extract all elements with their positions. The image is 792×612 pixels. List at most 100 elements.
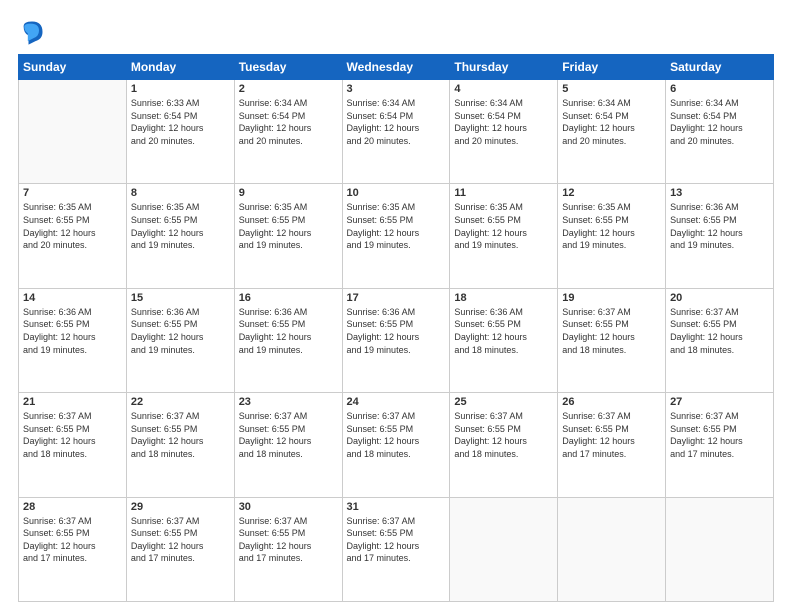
day-number-10: 10 — [347, 187, 446, 199]
day-number-25: 25 — [454, 396, 553, 408]
day-info-16: Sunrise: 6:36 AM Sunset: 6:55 PM Dayligh… — [239, 306, 338, 356]
weekday-header-wednesday: Wednesday — [342, 55, 450, 80]
calendar-cell-14: 14Sunrise: 6:36 AM Sunset: 6:55 PM Dayli… — [19, 288, 127, 392]
day-info-5: Sunrise: 6:34 AM Sunset: 6:54 PM Dayligh… — [562, 97, 661, 147]
day-info-12: Sunrise: 6:35 AM Sunset: 6:55 PM Dayligh… — [562, 201, 661, 251]
calendar-cell-12: 12 Sunrise: 6:35 AM Sunset: 6:55 PM Dayli… — [558, 184, 666, 288]
day-number-7: 7 — [23, 187, 122, 199]
day-info-19: Sunrise: 6:37 AM Sunset: 6:55 PM Dayligh… — [562, 306, 661, 356]
day-info-10: Sunrise: 6:35 AM Sunset: 6:55 PM Dayligh… — [347, 201, 446, 251]
calendar-cell-28: 28 Sunrise: 6:37 AM Sunset: 6:55 PM Dayli… — [19, 497, 127, 601]
weekday-header-monday: Monday — [126, 55, 234, 80]
day-info-1: Sunrise: 6:33 AM Sunset: 6:54 PM Dayligh… — [131, 97, 230, 147]
day-info-31: Sunrise: 6:37 AM Sunset: 6:55 PM Dayligh… — [347, 515, 446, 565]
calendar-cell-22: 22 Sunrise: 6:37 AM Sunset: 6:55 PM Dayli… — [126, 393, 234, 497]
calendar-cell-9: 9 Sunrise: 6:35 AM Sunset: 6:55 PM Daylig… — [234, 184, 342, 288]
calendar-cell-13: 13Sunrise: 6:36 AM Sunset: 6:55 PM Dayli… — [666, 184, 774, 288]
calendar-cell-4: 4 Sunrise: 6:34 AM Sunset: 6:54 PM Daylig… — [450, 80, 558, 184]
day-number-20: 20 — [670, 292, 769, 304]
day-info-17: Sunrise: 6:36 AM Sunset: 6:55 PM Dayligh… — [347, 306, 446, 356]
header — [18, 18, 774, 46]
day-number-27: 27 — [670, 396, 769, 408]
day-number-11: 11 — [454, 187, 553, 199]
calendar-cell-30: 30 Sunrise: 6:37 AM Sunset: 6:55 PM Dayli… — [234, 497, 342, 601]
day-info-6: Sunrise: 6:34 AM Sunset: 6:54 PM Dayligh… — [670, 97, 769, 147]
day-number-29: 29 — [131, 501, 230, 513]
calendar-cell-33 — [558, 497, 666, 601]
day-info-29: Sunrise: 6:37 AM Sunset: 6:55 PM Dayligh… — [131, 515, 230, 565]
day-number-4: 4 — [454, 83, 553, 95]
day-number-21: 21 — [23, 396, 122, 408]
day-info-4: Sunrise: 6:34 AM Sunset: 6:54 PM Dayligh… — [454, 97, 553, 147]
calendar-week-5: 28 Sunrise: 6:37 AM Sunset: 6:55 PM Dayli… — [19, 497, 774, 601]
day-number-15: 15 — [131, 292, 230, 304]
day-number-23: 23 — [239, 396, 338, 408]
day-info-23: Sunrise: 6:37 AM Sunset: 6:55 PM Dayligh… — [239, 410, 338, 460]
calendar-week-1: 1 Sunrise: 6:33 AM Sunset: 6:54 PM Daylig… — [19, 80, 774, 184]
day-number-22: 22 — [131, 396, 230, 408]
day-number-8: 8 — [131, 187, 230, 199]
calendar-week-3: 14Sunrise: 6:36 AM Sunset: 6:55 PM Dayli… — [19, 288, 774, 392]
logo — [18, 18, 50, 46]
day-number-12: 12 — [562, 187, 661, 199]
day-info-13: Sunrise: 6:36 AM Sunset: 6:55 PM Dayligh… — [670, 201, 769, 251]
weekday-header-tuesday: Tuesday — [234, 55, 342, 80]
day-info-8: Sunrise: 6:35 AM Sunset: 6:55 PM Dayligh… — [131, 201, 230, 251]
day-info-21: Sunrise: 6:37 AM Sunset: 6:55 PM Dayligh… — [23, 410, 122, 460]
day-number-26: 26 — [562, 396, 661, 408]
logo-icon — [18, 18, 46, 46]
calendar-cell-31: 31 Sunrise: 6:37 AM Sunset: 6:55 PM Dayli… — [342, 497, 450, 601]
day-number-28: 28 — [23, 501, 122, 513]
calendar-cell-21: 21 Sunrise: 6:37 AM Sunset: 6:55 PM Dayli… — [19, 393, 127, 497]
day-info-7: Sunrise: 6:35 AM Sunset: 6:55 PM Dayligh… — [23, 201, 122, 251]
day-info-30: Sunrise: 6:37 AM Sunset: 6:55 PM Dayligh… — [239, 515, 338, 565]
day-number-30: 30 — [239, 501, 338, 513]
calendar-cell-20: 20 Sunrise: 6:37 AM Sunset: 6:55 PM Dayli… — [666, 288, 774, 392]
day-info-24: Sunrise: 6:37 AM Sunset: 6:55 PM Dayligh… — [347, 410, 446, 460]
day-info-27: Sunrise: 6:37 AM Sunset: 6:55 PM Dayligh… — [670, 410, 769, 460]
calendar-cell-5: 5 Sunrise: 6:34 AM Sunset: 6:54 PM Daylig… — [558, 80, 666, 184]
calendar-week-2: 7 Sunrise: 6:35 AM Sunset: 6:55 PM Daylig… — [19, 184, 774, 288]
day-info-14: Sunrise: 6:36 AM Sunset: 6:55 PM Dayligh… — [23, 306, 122, 356]
day-number-1: 1 — [131, 83, 230, 95]
day-number-6: 6 — [670, 83, 769, 95]
calendar-cell-17: 17 Sunrise: 6:36 AM Sunset: 6:55 PM Dayli… — [342, 288, 450, 392]
calendar-cell-15: 15Sunrise: 6:36 AM Sunset: 6:55 PM Dayli… — [126, 288, 234, 392]
day-info-18: Sunrise: 6:36 AM Sunset: 6:55 PM Dayligh… — [454, 306, 553, 356]
calendar-cell-26: 26 Sunrise: 6:37 AM Sunset: 6:55 PM Dayli… — [558, 393, 666, 497]
calendar-cell-1: 1 Sunrise: 6:33 AM Sunset: 6:54 PM Daylig… — [126, 80, 234, 184]
weekday-header-saturday: Saturday — [666, 55, 774, 80]
day-info-3: Sunrise: 6:34 AM Sunset: 6:54 PM Dayligh… — [347, 97, 446, 147]
calendar-cell-10: 10 Sunrise: 6:35 AM Sunset: 6:55 PM Dayli… — [342, 184, 450, 288]
day-number-24: 24 — [347, 396, 446, 408]
calendar-cell-2: 2Sunrise: 6:34 AM Sunset: 6:54 PM Daylig… — [234, 80, 342, 184]
calendar-cell-25: 25 Sunrise: 6:37 AM Sunset: 6:55 PM Dayli… — [450, 393, 558, 497]
weekday-header-row: SundayMondayTuesdayWednesdayThursdayFrid… — [19, 55, 774, 80]
calendar-cell-8: 8 Sunrise: 6:35 AM Sunset: 6:55 PM Daylig… — [126, 184, 234, 288]
calendar-cell-23: 23 Sunrise: 6:37 AM Sunset: 6:55 PM Dayli… — [234, 393, 342, 497]
weekday-header-thursday: Thursday — [450, 55, 558, 80]
day-number-19: 19 — [562, 292, 661, 304]
calendar-cell-16: 16Sunrise: 6:36 AM Sunset: 6:55 PM Dayli… — [234, 288, 342, 392]
day-info-22: Sunrise: 6:37 AM Sunset: 6:55 PM Dayligh… — [131, 410, 230, 460]
calendar-cell-3: 3Sunrise: 6:34 AM Sunset: 6:54 PM Daylig… — [342, 80, 450, 184]
day-info-9: Sunrise: 6:35 AM Sunset: 6:55 PM Dayligh… — [239, 201, 338, 251]
calendar-cell-11: 11Sunrise: 6:35 AM Sunset: 6:55 PM Dayli… — [450, 184, 558, 288]
calendar-table: SundayMondayTuesdayWednesdayThursdayFrid… — [18, 54, 774, 602]
calendar-cell-34 — [666, 497, 774, 601]
day-number-5: 5 — [562, 83, 661, 95]
calendar-cell-32 — [450, 497, 558, 601]
day-info-28: Sunrise: 6:37 AM Sunset: 6:55 PM Dayligh… — [23, 515, 122, 565]
calendar-cell-29: 29 Sunrise: 6:37 AM Sunset: 6:55 PM Dayli… — [126, 497, 234, 601]
day-number-18: 18 — [454, 292, 553, 304]
day-info-25: Sunrise: 6:37 AM Sunset: 6:55 PM Dayligh… — [454, 410, 553, 460]
calendar-cell-7: 7 Sunrise: 6:35 AM Sunset: 6:55 PM Daylig… — [19, 184, 127, 288]
weekday-header-sunday: Sunday — [19, 55, 127, 80]
page: SundayMondayTuesdayWednesdayThursdayFrid… — [0, 0, 792, 612]
day-info-26: Sunrise: 6:37 AM Sunset: 6:55 PM Dayligh… — [562, 410, 661, 460]
day-number-2: 2 — [239, 83, 338, 95]
day-number-31: 31 — [347, 501, 446, 513]
day-number-17: 17 — [347, 292, 446, 304]
day-info-20: Sunrise: 6:37 AM Sunset: 6:55 PM Dayligh… — [670, 306, 769, 356]
day-number-9: 9 — [239, 187, 338, 199]
